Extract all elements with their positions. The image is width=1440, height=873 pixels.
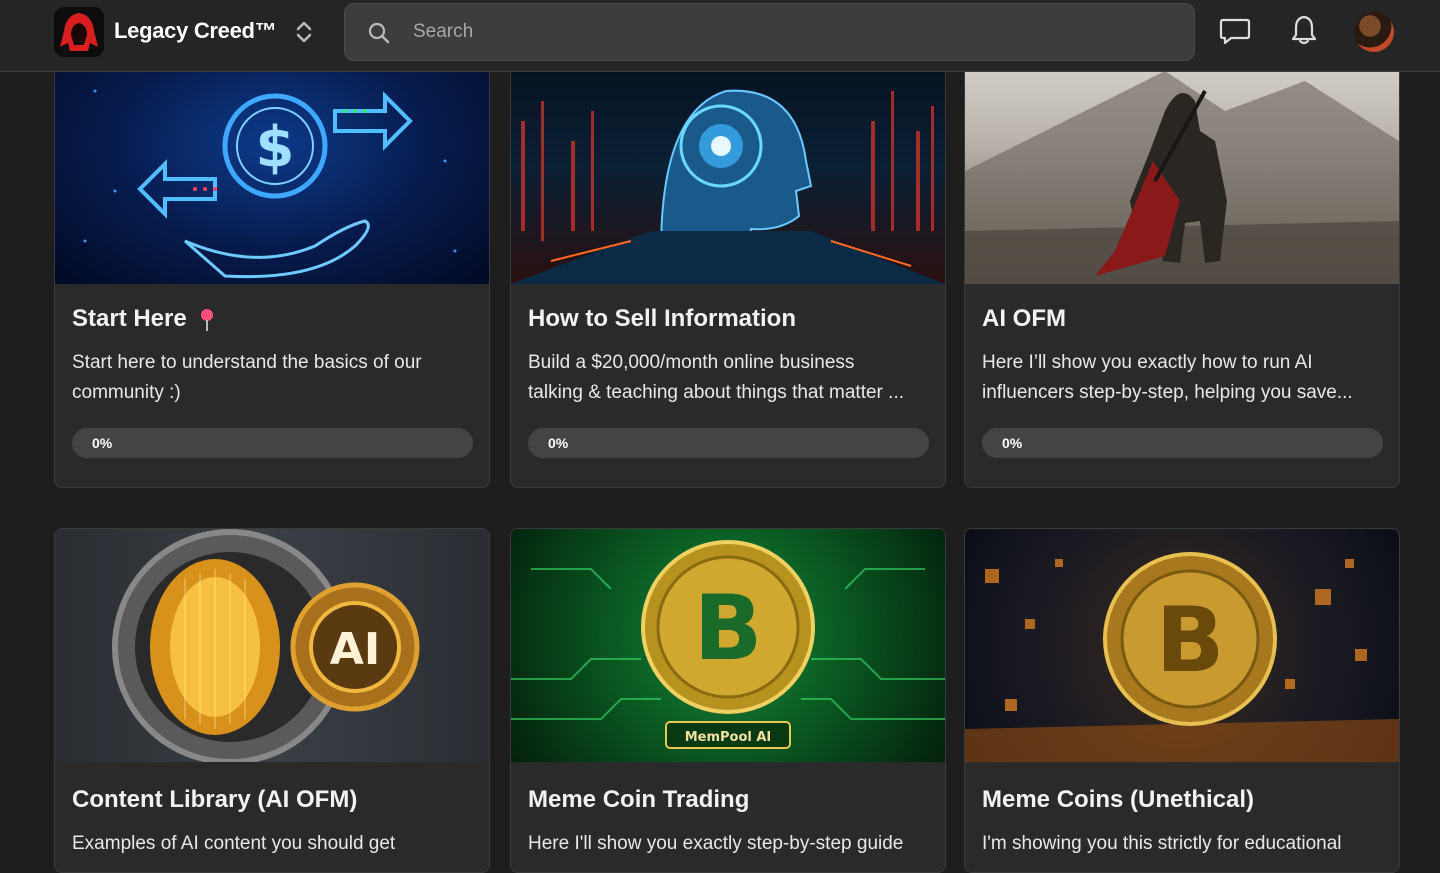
course-thumbnail	[511, 51, 945, 284]
course-card[interactable]: $ Start Here Start here to understand th…	[54, 50, 490, 488]
course-thumbnail: B MemPool AI	[511, 529, 945, 762]
description-line: Examples of AI content you should get	[72, 833, 396, 854]
progress-label: 0%	[1002, 435, 1023, 451]
user-avatar[interactable]	[1354, 12, 1394, 52]
course-description: I'm showing you this strictly for educat…	[982, 829, 1382, 859]
svg-text:B: B	[1156, 588, 1225, 693]
search-bar[interactable]	[344, 3, 1195, 61]
course-thumbnail	[965, 51, 1399, 284]
community-name[interactable]: Legacy Creed™	[114, 18, 277, 44]
course-thumbnail: AI	[55, 529, 489, 762]
chevron-updown-icon[interactable]	[293, 19, 315, 45]
bell-icon[interactable]	[1290, 14, 1318, 46]
course-thumbnail: $	[55, 51, 489, 284]
memepool-label: MemPool AI	[685, 730, 772, 745]
description-line: Here I'll show you exactly step-by-step …	[528, 833, 904, 854]
course-grid: $ Start Here Start here to understand th…	[0, 0, 1440, 873]
course-title[interactable]: Start Here	[72, 305, 215, 333]
hooded-logo-icon	[60, 13, 98, 51]
progress-bar: 0%	[72, 428, 473, 458]
description-line: Here I’ll show you exactly how to run AI	[982, 352, 1313, 373]
course-title[interactable]: Meme Coins (Unethical)	[982, 786, 1254, 814]
description-line: Start here to understand the basics of o…	[72, 352, 422, 373]
svg-text:$: $	[256, 115, 295, 180]
course-description: Build a $20,000/month online business ta…	[528, 348, 928, 408]
course-description: Examples of AI content you should get	[72, 829, 472, 859]
search-input[interactable]	[413, 4, 1173, 60]
svg-text:B: B	[694, 576, 763, 681]
top-navigation-bar: Legacy Creed™	[0, 0, 1440, 72]
progress-bar: 0%	[982, 428, 1383, 458]
vault-ai-text: AI	[330, 624, 380, 675]
course-card[interactable]: AI OFM Here I’ll show you exactly how to…	[964, 50, 1400, 488]
course-description: Start here to understand the basics of o…	[72, 348, 472, 408]
course-thumbnail: B	[965, 529, 1399, 762]
description-line: I'm showing you this strictly for educat…	[982, 833, 1342, 854]
course-title[interactable]: How to Sell Information	[528, 305, 796, 333]
course-description: Here I'll show you exactly step-by-step …	[528, 829, 928, 859]
chat-icon[interactable]	[1219, 16, 1251, 46]
course-card[interactable]: B Meme Coins (Unethical) I'm showing you…	[964, 528, 1400, 873]
course-title[interactable]: AI OFM	[982, 305, 1066, 333]
course-description: Here I’ll show you exactly how to run AI…	[982, 348, 1382, 408]
description-line: Build a $20,000/month online business	[528, 352, 855, 373]
description-line: talking & teaching about things that mat…	[528, 382, 905, 403]
community-logo[interactable]	[54, 7, 104, 57]
pushpin-icon	[201, 308, 214, 331]
course-title[interactable]: Meme Coin Trading	[528, 786, 749, 814]
course-card[interactable]: B MemPool AI Meme Coin Trading Here I'll…	[510, 528, 946, 873]
search-icon	[368, 22, 390, 44]
course-card[interactable]: AI Content Library (AI OFM) Examples of …	[54, 528, 490, 873]
progress-label: 0%	[548, 435, 569, 451]
course-title-text: Start Here	[72, 305, 187, 332]
course-title[interactable]: Content Library (AI OFM)	[72, 786, 357, 814]
progress-label: 0%	[92, 435, 113, 451]
description-line: community :)	[72, 382, 181, 403]
description-line: influencers step-by-step, helping you sa…	[982, 382, 1353, 403]
course-card[interactable]: How to Sell Information Build a $20,000/…	[510, 50, 946, 488]
progress-bar: 0%	[528, 428, 929, 458]
